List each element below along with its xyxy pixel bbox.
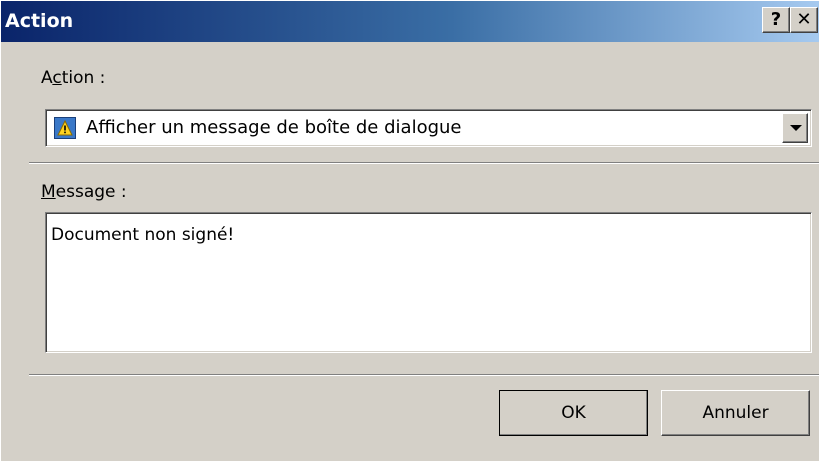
message-textarea[interactable]: Document non signé! <box>45 212 812 353</box>
window-title: Action <box>5 10 74 32</box>
separator <box>29 374 819 376</box>
help-button[interactable]: ? <box>762 7 790 33</box>
action-label: Action : <box>41 68 106 88</box>
close-icon: ✕ <box>796 9 812 30</box>
dropdown-arrow-icon[interactable] <box>782 113 808 143</box>
close-button[interactable]: ✕ <box>790 7 818 33</box>
title-bar[interactable]: Action ? ✕ <box>1 1 819 42</box>
action-dropdown[interactable]: Afficher un message de boîte de dialogue <box>45 109 812 147</box>
ok-button[interactable]: OK <box>499 390 648 436</box>
cancel-button[interactable]: Annuler <box>661 390 810 436</box>
action-dropdown-value: Afficher un message de boîte de dialogue <box>86 117 462 138</box>
warning-icon <box>54 117 76 139</box>
message-label: Message : <box>41 182 127 202</box>
action-dialog: Action ? ✕ Action : Afficher un message … <box>0 0 819 461</box>
separator <box>29 162 819 164</box>
